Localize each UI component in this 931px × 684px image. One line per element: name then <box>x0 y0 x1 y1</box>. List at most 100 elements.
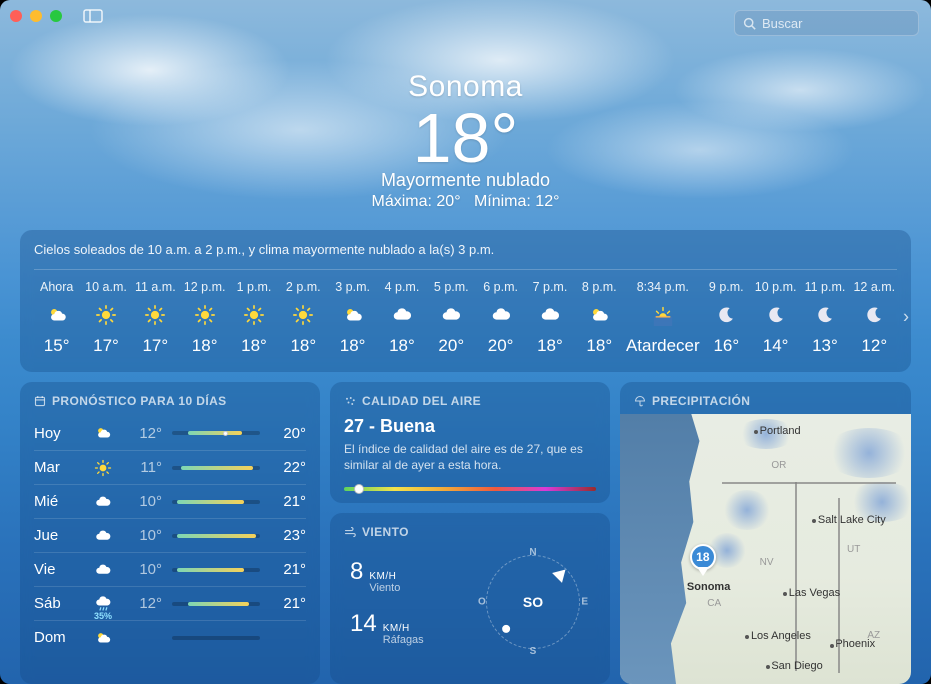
hour-item[interactable]: 10 a.m. 17° <box>83 274 128 360</box>
hour-item[interactable]: 12 p.m. 18° <box>182 274 227 360</box>
hour-item[interactable]: 8:34 p.m. Atardecer <box>626 274 700 360</box>
day-low: 12° <box>128 595 162 612</box>
precip-percent: 35% <box>94 611 112 621</box>
hour-label: 5 p.m. <box>434 280 469 294</box>
partly-cloudy-icon <box>46 304 68 326</box>
sidebar-toggle[interactable] <box>82 8 104 24</box>
day-row[interactable]: Vie 10° 21° <box>34 552 306 586</box>
hour-item[interactable]: 1 p.m. 18° <box>231 274 276 360</box>
aqi-scale <box>344 487 596 491</box>
hour-label: 12 a.m. <box>853 280 895 294</box>
cloudy-icon <box>440 304 462 326</box>
sunny-icon <box>144 304 166 326</box>
day-list: Hoy 12° 20° Mar 11° 22° Mié 10° 21° Jue … <box>34 416 306 654</box>
cloudy-icon <box>88 493 118 511</box>
high-value: 20° <box>436 193 460 210</box>
day-row[interactable]: Sáb 35% 12° 21° <box>34 586 306 620</box>
hour-item[interactable]: 5 p.m. 20° <box>429 274 474 360</box>
window-minimize[interactable] <box>30 10 42 22</box>
hour-item[interactable]: 4 p.m. 18° <box>379 274 424 360</box>
hour-label: 8:34 p.m. <box>637 280 689 294</box>
day-high: 21° <box>270 595 306 612</box>
window-maximize[interactable] <box>50 10 62 22</box>
hour-value: 17° <box>93 336 119 356</box>
search-icon <box>743 17 756 30</box>
hour-item[interactable]: 8 p.m. 18° <box>577 274 622 360</box>
hour-item[interactable]: 7 p.m. 18° <box>527 274 572 360</box>
ten-day-forecast-card[interactable]: PRONÓSTICO PARA 10 DÍAS Hoy 12° 20° Mar … <box>20 382 320 684</box>
day-row[interactable]: Mié 10° 21° <box>34 484 306 518</box>
hour-item[interactable]: Ahora 15° <box>34 274 79 360</box>
hour-value: 14° <box>763 336 789 356</box>
rain-icon: 35% <box>88 595 118 613</box>
city-dot <box>830 644 834 648</box>
city-dot <box>812 519 816 523</box>
cloudy-icon <box>88 527 118 545</box>
wind-gust: 14 KM/HRáfagas <box>350 610 424 646</box>
hourly-scroll-right[interactable]: › <box>903 307 909 328</box>
precip-blob <box>824 428 911 478</box>
hour-value: 18° <box>586 336 612 356</box>
aqi-title: CALIDAD DEL AIRE <box>344 394 596 408</box>
hour-item[interactable]: 3 p.m. 18° <box>330 274 375 360</box>
day-row[interactable]: Hoy 12° 20° <box>34 416 306 450</box>
hourly-summary: Cielos soleados de 10 a.m. a 2 p.m., y c… <box>34 242 897 270</box>
hour-value: 18° <box>290 336 316 356</box>
aqi-value: 27 - Buena <box>344 416 596 437</box>
day-high: 20° <box>270 425 306 442</box>
city-label: Salt Lake City <box>818 514 886 526</box>
clear-night-icon <box>814 304 836 326</box>
hour-label: Ahora <box>40 280 73 294</box>
partly-cloudy-icon <box>88 424 118 442</box>
hourly-row[interactable]: Ahora 15° 10 a.m. 17° 11 a.m. 17° 12 p.m… <box>34 274 897 360</box>
temp-range-bar <box>172 500 260 504</box>
hourly-forecast-card[interactable]: Cielos soleados de 10 a.m. a 2 p.m., y c… <box>20 230 911 372</box>
map-body[interactable]: 18 Sonoma PortlandSalt Lake CityLas Vega… <box>620 414 911 684</box>
precip-title: PRECIPITACIÓN <box>634 394 750 408</box>
hour-item[interactable]: 11 a.m. 17° <box>133 274 178 360</box>
hour-item[interactable]: 9 p.m. 16° <box>704 274 749 360</box>
hour-item[interactable]: 12 a.m. 12° <box>852 274 897 360</box>
weather-window: Buscar Sonoma 18° Mayormente nublado Máx… <box>0 0 931 684</box>
temp-range-bar <box>172 636 260 640</box>
partly-cloudy-icon <box>342 304 364 326</box>
clear-night-icon <box>715 304 737 326</box>
hour-label: 3 p.m. <box>335 280 370 294</box>
low-value: 12° <box>535 193 559 210</box>
location-pin[interactable]: 18 <box>690 544 716 570</box>
wind-card[interactable]: VIENTO 8 KM/HViento 14 KM/HRáfagas <box>330 513 610 684</box>
hour-value: 18° <box>241 336 267 356</box>
wind-compass: N S E O SO <box>478 547 588 657</box>
day-row[interactable]: Jue 10° 23° <box>34 518 306 552</box>
window-close[interactable] <box>10 10 22 22</box>
air-quality-card[interactable]: CALIDAD DEL AIRE 27 - Buena El índice de… <box>330 382 610 503</box>
window-titlebar <box>10 8 104 24</box>
day-row[interactable]: Dom <box>34 620 306 654</box>
day-name: Dom <box>34 629 78 646</box>
aqi-description: El índice de calidad del aire es de 27, … <box>344 441 596 473</box>
hour-item[interactable]: 11 p.m. 13° <box>802 274 847 360</box>
sunny-icon <box>88 459 118 477</box>
hour-item[interactable]: 2 p.m. 18° <box>281 274 326 360</box>
day-low: 11° <box>128 459 162 476</box>
hour-item[interactable]: 10 p.m. 14° <box>753 274 798 360</box>
umbrella-icon <box>634 395 646 407</box>
current-temperature: 18° <box>0 98 931 178</box>
search-placeholder: Buscar <box>762 16 910 31</box>
day-name: Mié <box>34 493 78 510</box>
temp-range-bar <box>172 466 260 470</box>
hour-item[interactable]: 6 p.m. 20° <box>478 274 523 360</box>
high-low: Máxima: 20° Mínima: 12° <box>0 193 931 211</box>
high-label: Máxima: <box>371 193 431 210</box>
precipitation-map-card[interactable]: PRECIPITACIÓN <box>620 382 911 684</box>
day-low: 10° <box>128 561 162 578</box>
hour-value: 20° <box>438 336 464 356</box>
precip-blob <box>722 490 772 530</box>
search-field[interactable]: Buscar <box>734 10 919 36</box>
wind-icon <box>344 526 356 538</box>
state-code: AZ <box>867 630 880 641</box>
city-label: Las Vegas <box>789 587 840 599</box>
day-row[interactable]: Mar 11° 22° <box>34 450 306 484</box>
state-code: CA <box>707 598 721 609</box>
state-code: NV <box>760 557 774 568</box>
